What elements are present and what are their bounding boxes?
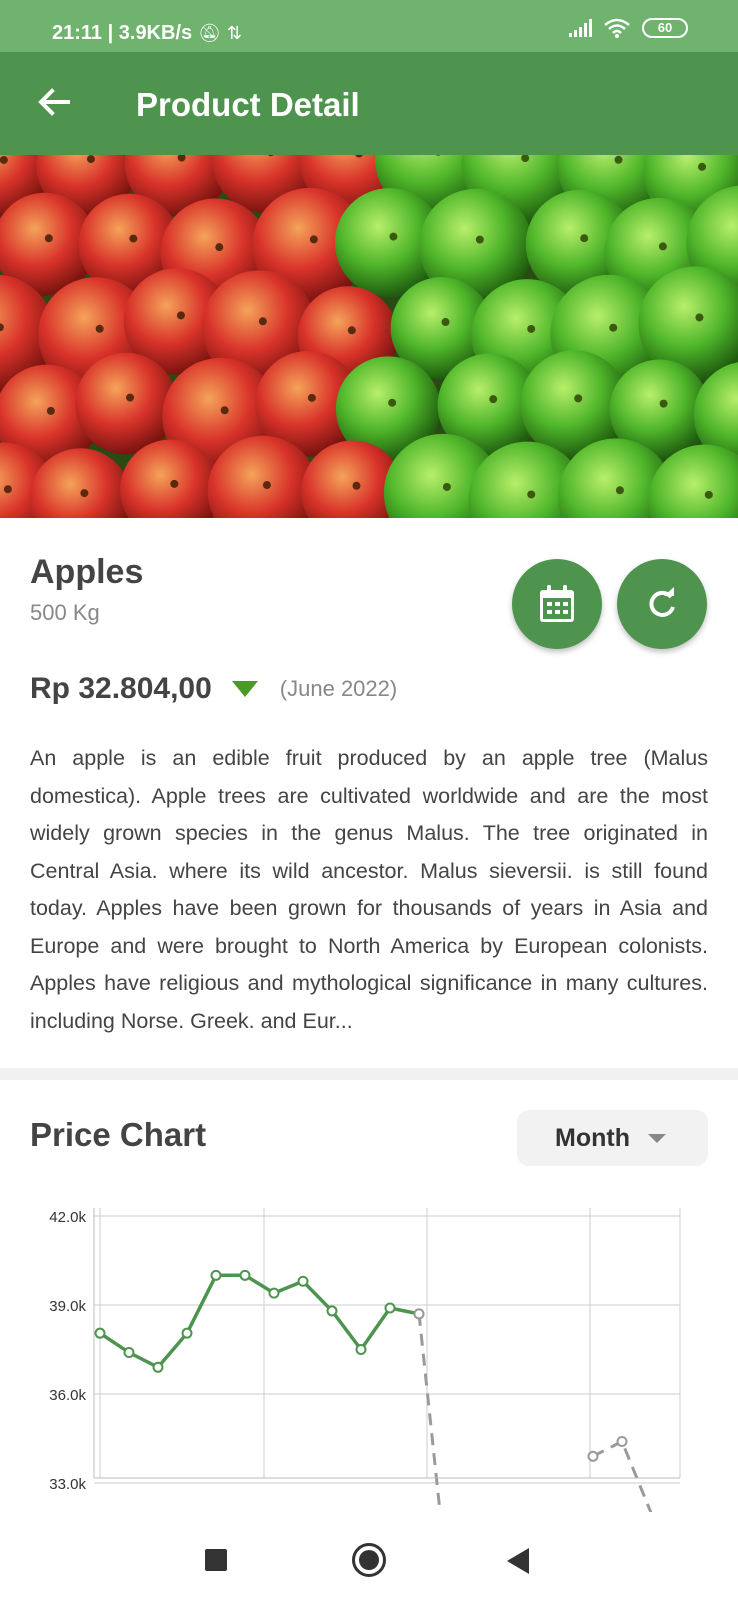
recent-apps-button[interactable] — [205, 1549, 227, 1571]
chart-point[interactable] — [413, 1308, 425, 1320]
status-right: 60 — [569, 18, 688, 38]
arrow-left-icon — [38, 88, 70, 116]
chart-title: Price Chart — [30, 1116, 207, 1153]
chart-point[interactable] — [297, 1275, 309, 1287]
chevron-down-icon — [647, 1133, 666, 1143]
sync-icon: ⇅ — [227, 23, 243, 43]
chart-point[interactable] — [239, 1269, 251, 1281]
home-icon — [359, 1550, 379, 1570]
chart-point[interactable] — [210, 1269, 222, 1281]
signal-icon — [569, 19, 592, 37]
price-chart: 42.0k 39.0k 36.0k 33.0k — [0, 1208, 738, 1514]
product-description: An apple is an edible fruit produced by … — [30, 746, 708, 1033]
system-nav-bar — [0, 1512, 738, 1600]
chart-grid — [93, 1208, 681, 1484]
price-date: (June 2022) — [279, 676, 398, 701]
y-tick-label: 33.0k — [49, 1476, 86, 1493]
system-back-button[interactable] — [507, 1548, 529, 1574]
status-bar: 21:11 | 3.9KB/s 🔕︎ ⇅ 60 — [0, 0, 738, 52]
mute-icon: 🔕︎ — [198, 23, 221, 43]
price-row: Rp 32.804,00 (June 2022) — [30, 672, 397, 706]
price-chart-svg: 42.0k 39.0k 36.0k 33.0k — [49, 1208, 681, 1514]
status-left: 21:11 | 3.9KB/s 🔕︎ ⇅ — [52, 22, 242, 45]
chart-point[interactable] — [268, 1287, 280, 1299]
y-tick-label: 42.0k — [49, 1209, 86, 1226]
series-line-dashed — [417, 1313, 442, 1514]
status-time-speed: 21:11 | 3.9KB/s — [52, 22, 193, 44]
refresh-icon — [649, 587, 675, 617]
red-apple — [75, 352, 177, 455]
chart-point[interactable] — [152, 1361, 164, 1373]
chart-point[interactable] — [384, 1302, 396, 1314]
section-divider — [0, 1068, 738, 1080]
calendar-icon — [540, 585, 574, 622]
chart-point[interactable] — [123, 1346, 135, 1358]
wifi-icon — [604, 18, 630, 38]
chart-point[interactable] — [181, 1327, 193, 1339]
series-line-dashed — [592, 1440, 653, 1514]
refresh-button[interactable] — [617, 559, 707, 649]
product-image — [0, 155, 738, 518]
calendar-button[interactable] — [512, 559, 602, 649]
product-name: Apples — [30, 553, 144, 591]
chart-point[interactable] — [587, 1450, 599, 1462]
page-title: Product Detail — [136, 86, 360, 123]
app-bar: Product Detail — [0, 52, 738, 155]
chart-point[interactable] — [326, 1305, 338, 1317]
product-price: Rp 32.804,00 — [30, 672, 212, 705]
home-button[interactable] — [352, 1543, 386, 1577]
y-tick-label: 36.0k — [49, 1387, 86, 1404]
product-detail-screen: 21:11 | 3.9KB/s 🔕︎ ⇅ 60 Product Detail A… — [0, 0, 738, 1600]
chart-point[interactable] — [616, 1435, 628, 1447]
series-line-solid — [99, 1273, 420, 1370]
y-tick-label: 39.0k — [49, 1298, 86, 1315]
back-button[interactable] — [34, 82, 74, 122]
product-weight: 500 Kg — [30, 600, 100, 625]
period-select-value: Month — [555, 1123, 630, 1152]
chart-point[interactable] — [94, 1327, 106, 1339]
battery-indicator: 60 — [642, 18, 688, 38]
price-down-icon — [231, 681, 258, 697]
chart-point[interactable] — [355, 1344, 367, 1355]
period-select[interactable]: Month — [517, 1110, 708, 1166]
